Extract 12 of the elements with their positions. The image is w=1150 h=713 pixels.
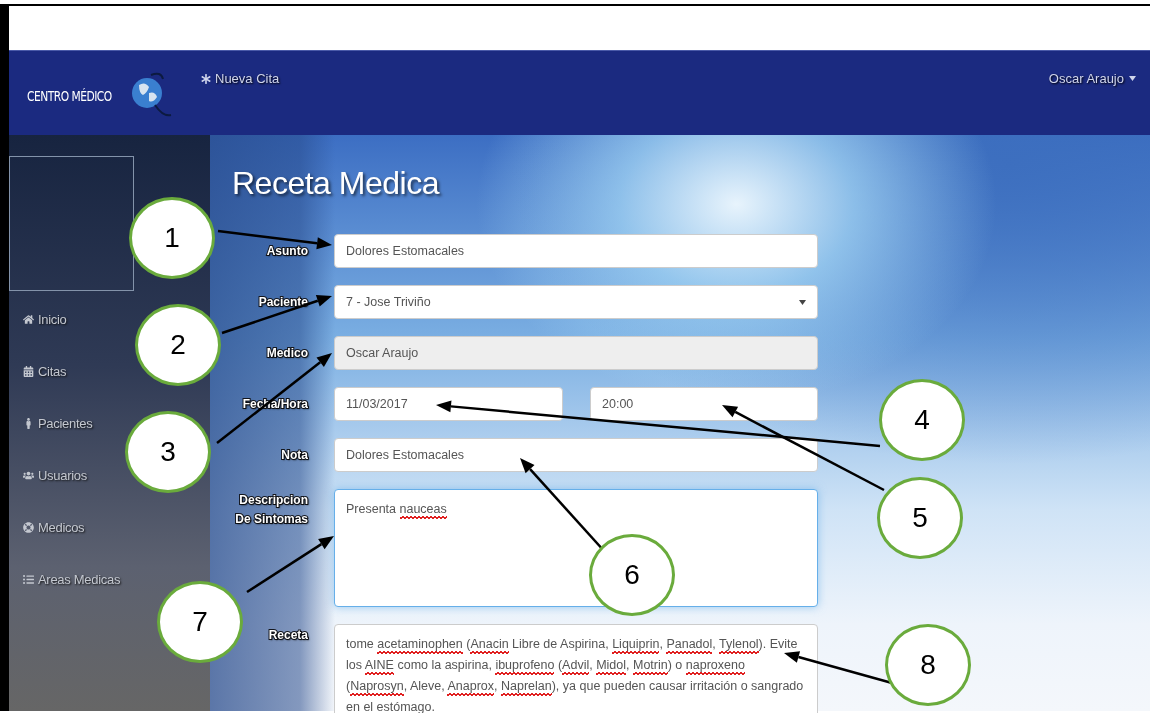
callout-tooltip: 8 <box>885 624 971 706</box>
page-title: Receta Medica <box>232 164 441 203</box>
field-label: Asunto <box>265 242 308 260</box>
field-label: Receta <box>267 627 308 644</box>
field-label: Paciente <box>257 293 308 311</box>
callout-tooltip: 7 <box>157 581 243 663</box>
field-label: Nota <box>280 446 308 464</box>
brand-name: CENTRO MÉDICO <box>27 88 112 104</box>
callout-tooltip: 5 <box>877 477 963 559</box>
field-label: Medico <box>265 344 308 362</box>
field-label: Descripcion De Sintomas <box>234 492 308 528</box>
callout-tooltip: 4 <box>879 379 965 461</box>
